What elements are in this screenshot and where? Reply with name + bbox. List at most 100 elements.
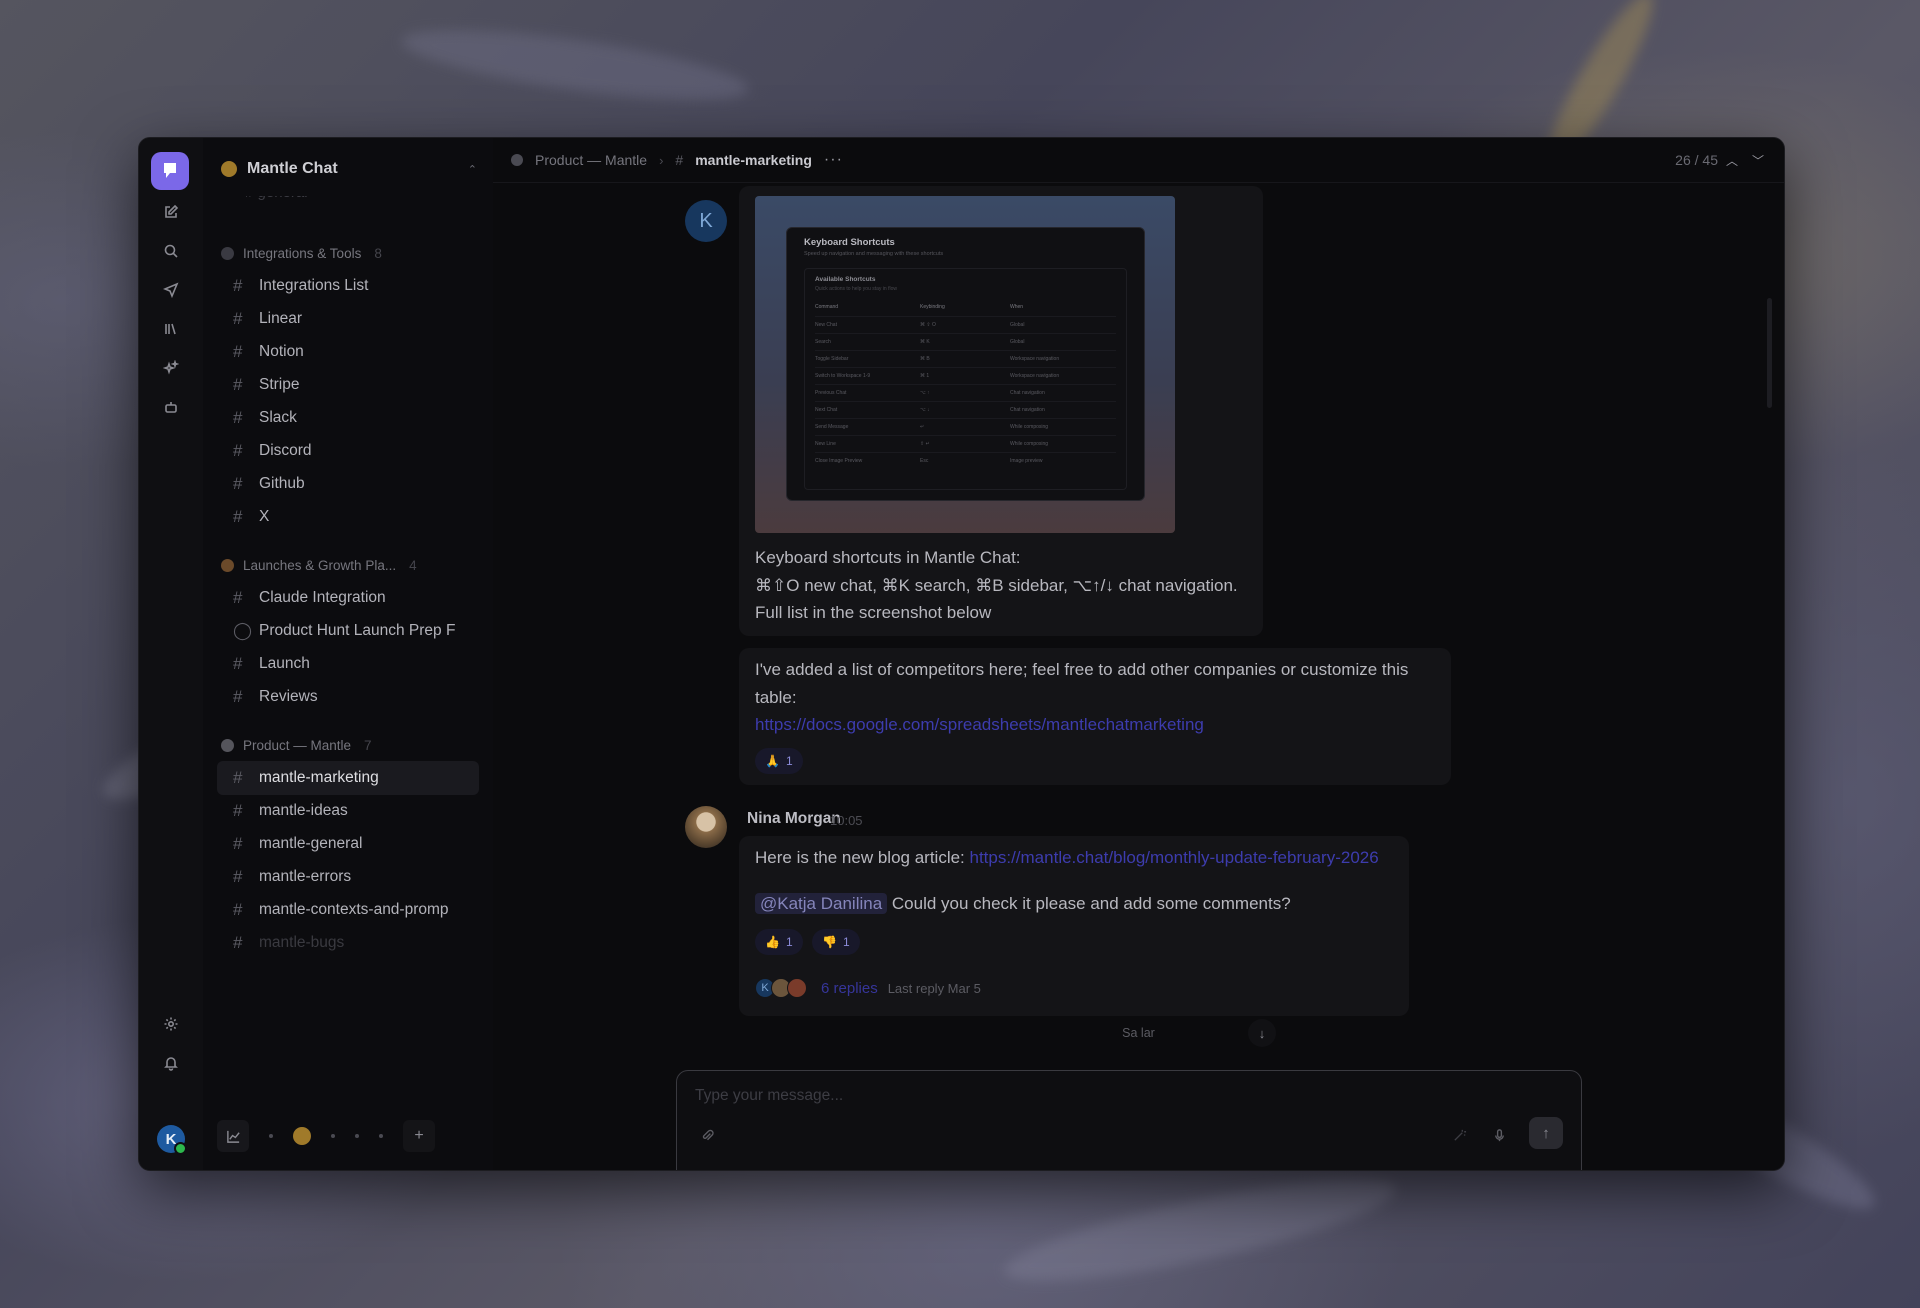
hash-icon: # [233, 900, 243, 919]
library-icon[interactable] [155, 313, 187, 345]
group-product[interactable]: Product — Mantle 7 [221, 738, 372, 753]
screenshot-title: Keyboard Shortcuts [804, 237, 895, 248]
avatar-letter: K [699, 209, 713, 232]
screenshot-row: Toggle Sidebar ⌘ B Workspace navigation [815, 350, 1116, 367]
add-workspace-icon[interactable]: + [403, 1120, 435, 1152]
user-mention[interactable]: @Katja Danilina [755, 893, 888, 914]
channel-item[interactable]: # Claude Integration [217, 581, 479, 615]
workspace-dot[interactable] [355, 1134, 359, 1138]
screenshot-row: Previous Chat ⌥ ↑ Chat navigation [815, 384, 1116, 401]
channel-label: X [259, 508, 270, 525]
channel-item[interactable]: # mantle-contexts-and-promp [217, 893, 479, 927]
channel-label: mantle-contexts-and-promp [259, 901, 449, 918]
workspace-dot[interactable] [379, 1134, 383, 1138]
channel-item[interactable]: # Discord [217, 434, 479, 468]
search-icon[interactable] [155, 235, 187, 267]
channel-label: mantle-bugs [259, 934, 345, 951]
more-options-icon[interactable]: ··· [824, 151, 843, 169]
reaction-count: 1 [785, 754, 793, 768]
message-line: Here is the new blog article: [755, 848, 970, 867]
message-line: Could you check it please and add some c… [887, 894, 1291, 913]
workspace-switcher[interactable]: Mantle Chat ⌃ [221, 154, 477, 184]
group-count: 8 [374, 246, 382, 261]
chart-icon[interactable] [217, 1120, 249, 1152]
thread-replies[interactable]: K 6 replies Last reply Mar 5 [755, 978, 981, 998]
message-line: Keyboard shortcuts in Mantle Chat: [755, 548, 1021, 567]
bell-icon[interactable] [155, 1047, 187, 1079]
thread-item[interactable]: ◯ Product Hunt Launch Prep F [217, 614, 479, 648]
channel-item[interactable]: # X [217, 500, 479, 534]
blog-link[interactable]: https://mantle.chat/blog/monthly-update-… [970, 848, 1379, 867]
workspace-dot[interactable] [331, 1134, 335, 1138]
screenshot-row: New Line ⇧ ↵ While composing [815, 435, 1116, 452]
app-logo-icon[interactable] [151, 152, 189, 190]
settings-gear-icon[interactable] [155, 1008, 187, 1040]
screenshot-row: Switch to Workspace 1-9 ⌘ 1 Workspace navi… [815, 367, 1116, 384]
channel-item[interactable]: # Integrations List [217, 269, 479, 303]
chat-header: Product — Mantle › # mantle-marketing ··… [493, 138, 1784, 183]
hash-icon: # [233, 654, 243, 673]
hash-icon: # [233, 375, 243, 394]
channel-item[interactable]: # mantle-general [217, 827, 479, 861]
channel-item-active[interactable]: # mantle-marketing [217, 761, 479, 795]
reaction-pill[interactable]: 👍 1 [755, 929, 803, 955]
screenshot-section-subtitle: Quick actions to help you stay in flow [815, 286, 897, 292]
reaction-pill[interactable]: 🙏 1 [755, 748, 803, 774]
channel-label: Stripe [259, 376, 300, 393]
col-header: Command [815, 304, 839, 310]
avatar[interactable]: K [685, 200, 727, 242]
channel-item[interactable]: # Github [217, 467, 479, 501]
channel-item[interactable]: # Launch [217, 647, 479, 681]
message-text: I've added a list of competitors here; f… [755, 656, 1445, 739]
chevron-up-icon[interactable]: ︿ [1726, 152, 1738, 169]
channel-item[interactable]: # mantle-bugs [217, 926, 479, 960]
channel-label: Product Hunt Launch Prep F [259, 622, 456, 639]
sidebar-scroll-area[interactable]: # general Integrations & Tools 8 #Integr… [203, 196, 493, 1102]
screenshot-row: New Chat ⌘ ⇧ O Global [815, 316, 1116, 333]
bot-icon[interactable] [155, 391, 187, 423]
screenshot-row: Search ⌘ K Global [815, 333, 1116, 350]
channel-label: Launch [259, 655, 310, 672]
channel-label: Github [259, 475, 305, 492]
workspace-emoji-icon [221, 161, 237, 177]
reaction-pill[interactable]: 👎 1 [812, 929, 860, 955]
message-input[interactable]: Type your message... [695, 1087, 843, 1105]
channel-label: Claude Integration [259, 589, 386, 606]
reply-avatar [787, 978, 807, 998]
channel-item[interactable]: # Reviews [217, 680, 479, 714]
workspace-dot[interactable] [269, 1134, 273, 1138]
send-icon[interactable] [155, 274, 187, 306]
scroll-down-arrow-icon[interactable]: ↓ [1248, 1019, 1276, 1047]
message-author[interactable]: Nina Morgan [747, 810, 841, 828]
channel-item-cut[interactable]: # general [245, 196, 308, 201]
channel-label: mantle-marketing [259, 769, 379, 786]
chevron-down-icon[interactable]: ﹀ [1752, 152, 1764, 169]
breadcrumb-channel[interactable]: mantle-marketing [695, 152, 812, 168]
channel-item[interactable]: # Slack [217, 401, 479, 435]
channel-item[interactable]: # mantle-errors [217, 860, 479, 894]
spreadsheet-link[interactable]: https://docs.google.com/spreadsheets/man… [755, 711, 1445, 739]
microphone-icon[interactable] [1487, 1123, 1511, 1147]
workspace-emoji-icon[interactable] [293, 1127, 311, 1145]
send-arrow-up-icon[interactable]: ↑ [1529, 1117, 1563, 1149]
channel-item[interactable]: # mantle-ideas [217, 794, 479, 828]
scrollbar[interactable] [1767, 298, 1772, 408]
sparkles-icon[interactable] [155, 352, 187, 384]
hash-icon: # [233, 687, 243, 706]
breadcrumb-parent[interactable]: Product — Mantle [535, 152, 647, 168]
group-launches[interactable]: Launches & Growth Pla... 4 [221, 558, 417, 573]
screenshot-row: Close Image Preview Esc Image preview [815, 452, 1116, 469]
channel-item[interactable]: # Stripe [217, 368, 479, 402]
message-composer[interactable]: Type your message... ↑ [676, 1070, 1582, 1170]
message-text: Here is the new blog article: https://ma… [755, 844, 1415, 872]
avatar[interactable] [685, 806, 727, 848]
attached-screenshot[interactable]: Keyboard Shortcuts Speed up navigation a… [755, 196, 1175, 533]
paperclip-icon[interactable] [695, 1123, 719, 1147]
channel-item[interactable]: # Notion [217, 335, 479, 369]
magic-wand-icon[interactable] [1447, 1123, 1471, 1147]
group-integrations[interactable]: Integrations & Tools 8 [221, 246, 382, 261]
replies-count[interactable]: 6 replies [821, 980, 878, 997]
user-avatar[interactable]: K [157, 1125, 187, 1155]
channel-item[interactable]: # Linear [217, 302, 479, 336]
compose-icon[interactable] [155, 196, 187, 228]
